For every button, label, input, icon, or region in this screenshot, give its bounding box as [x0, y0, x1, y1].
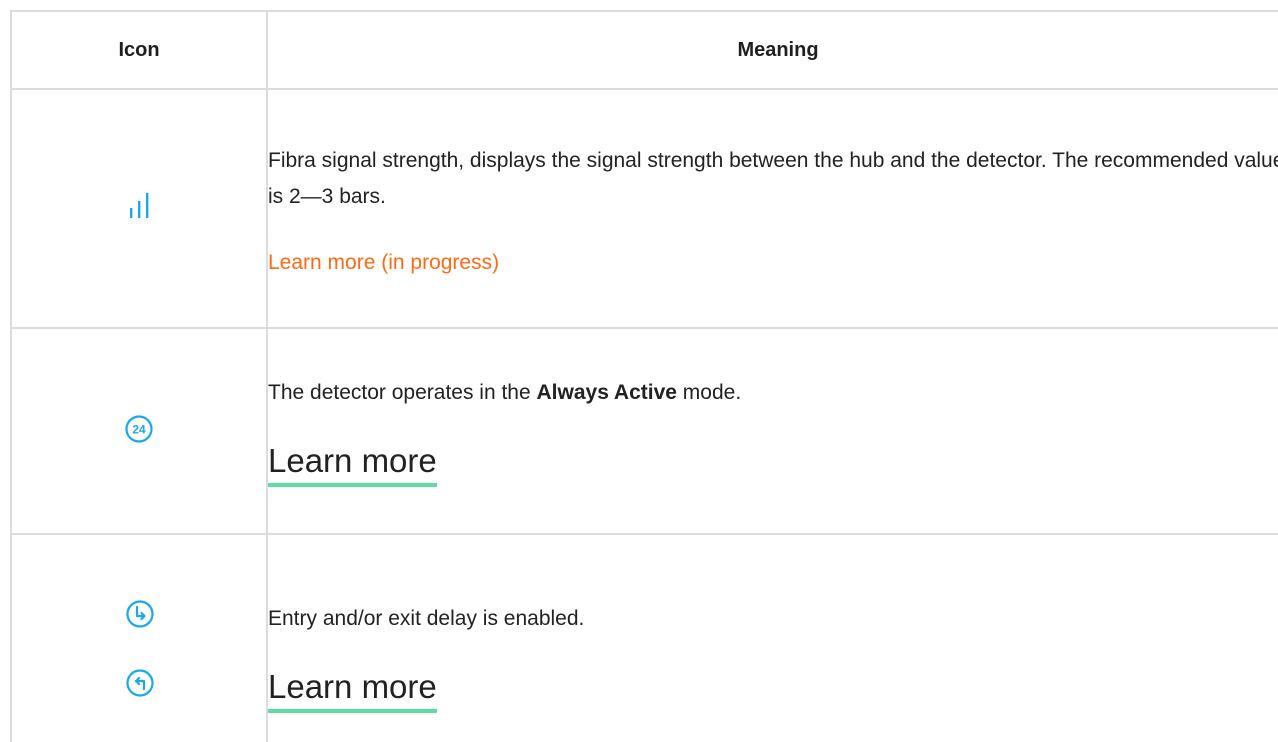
- table-row: 24 The detector operates in the Always A…: [10, 327, 1278, 535]
- icon-meaning-table: Icon Meaning Fibra signal strength, disp…: [10, 10, 1278, 742]
- icon-meaning-table-wrapper: Icon Meaning Fibra signal strength, disp…: [0, 0, 1278, 742]
- always-active-mode-name: Always Active: [536, 381, 677, 404]
- always-active-24-icon: 24: [124, 414, 154, 444]
- learn-more-in-progress-link[interactable]: Learn more (in progress): [268, 251, 499, 275]
- delay-description: Entry and/or exit delay is enabled.: [268, 607, 585, 630]
- learn-more-link[interactable]: Learn more: [268, 667, 437, 713]
- icon-cell: [10, 88, 268, 329]
- icon-cell: [10, 533, 268, 742]
- header-meaning: Meaning: [266, 10, 1278, 90]
- table-header-row: Icon Meaning: [10, 10, 1278, 90]
- always-active-icon-label: 24: [132, 422, 146, 436]
- meaning-cell: Fibra signal strength, displays the sign…: [266, 88, 1278, 329]
- meaning-cell: Entry and/or exit delay is enabled. Lear…: [266, 533, 1278, 742]
- always-active-text-after: mode.: [676, 381, 742, 404]
- signal-strength-icon: [124, 191, 154, 221]
- always-active-text-before: The detector operates in the: [268, 381, 537, 404]
- entry-delay-icon: [125, 599, 155, 629]
- header-icon: Icon: [10, 10, 268, 90]
- table-row: Fibra signal strength, displays the sign…: [10, 88, 1278, 329]
- icon-cell: 24: [10, 327, 268, 535]
- meaning-cell: The detector operates in the Always Acti…: [266, 327, 1278, 535]
- learn-more-link[interactable]: Learn more: [268, 441, 437, 487]
- always-active-description: The detector operates in the Always Acti…: [268, 375, 1278, 411]
- exit-delay-icon: [125, 668, 155, 698]
- table-row: Entry and/or exit delay is enabled. Lear…: [10, 533, 1278, 742]
- signal-strength-description: Fibra signal strength, displays the sign…: [268, 148, 1278, 208]
